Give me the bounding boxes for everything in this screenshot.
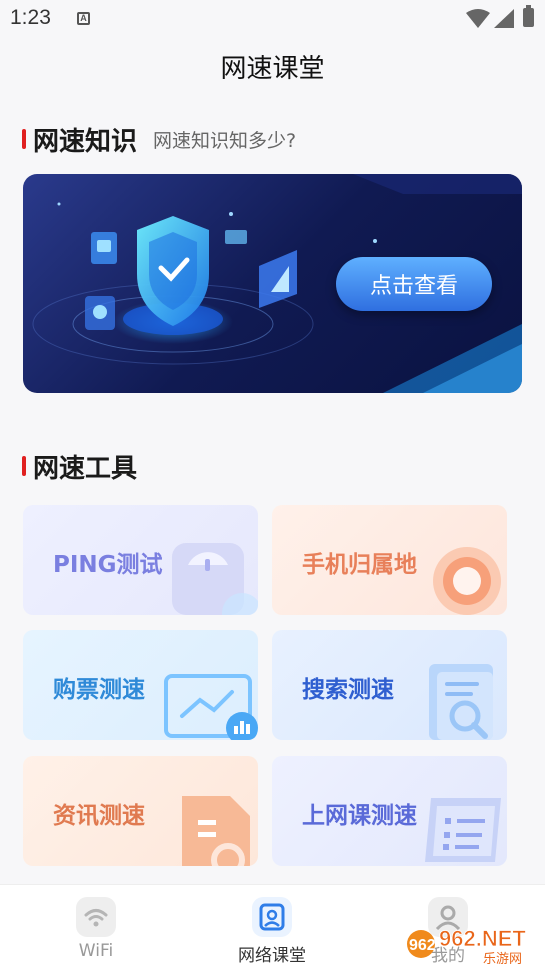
checklist-icon [425,798,501,862]
knowledge-banner[interactable]: 点击查看 [23,174,522,393]
tab-network-classroom-label: 网络课堂 [238,946,306,966]
search-speed-card[interactable]: 搜索测速 [272,630,507,740]
battery-icon [523,5,534,27]
notification-a-icon: A [77,12,90,25]
document-search-icon [429,664,493,740]
status-bar: 1:23 A [0,0,545,38]
watermark-sub: 乐游网 [483,952,522,966]
wifi-signal-icon [466,9,490,28]
tools-section-title: 网速工具 [33,453,138,484]
knowledge-section-subtitle: 网速知识知多少? [153,129,297,152]
status-time: 1:23 [10,6,51,29]
tab-network-classroom[interactable]: 网络课堂 [212,885,332,970]
knowledge-section-header: 网速知识 网速知识知多少? [22,122,297,157]
section-accent-bar [22,129,26,149]
wifi-icon [76,897,116,937]
online-class-speed-card[interactable]: 上网课测速 [272,756,507,866]
location-icon [433,547,501,615]
classroom-icon [252,897,292,937]
svg-text:962: 962 [409,937,436,954]
ping-test-card[interactable]: PING测试 [23,505,258,615]
ticket-icon [164,674,258,740]
page-title: 网速课堂 [220,54,325,84]
site-watermark-logo: 962 962.NET 乐游网 [407,926,527,966]
tab-wifi[interactable]: WiFi [36,885,156,970]
scale-icon [172,543,258,615]
ping-test-label: PING测试 [53,552,163,578]
section-accent-bar [22,456,26,476]
tab-wifi-label: WiFi [78,941,114,961]
phone-location-label: 手机归属地 [302,552,417,578]
ticket-speed-label: 购票测速 [53,677,145,703]
phone-location-card[interactable]: 手机归属地 [272,505,507,615]
ticket-speed-card[interactable]: 购票测速 [23,630,258,740]
view-details-button[interactable]: 点击查看 [336,257,492,311]
cellular-signal-icon [494,9,514,28]
watermark-text: 962.NET [439,926,526,951]
online-class-speed-label: 上网课测速 [302,803,417,829]
search-speed-label: 搜索测速 [302,677,394,703]
knowledge-section-title: 网速知识 [33,126,138,157]
news-document-icon [182,796,250,866]
news-speed-label: 资讯测速 [53,803,145,829]
tools-section-header: 网速工具 [22,449,138,484]
news-speed-card[interactable]: 资讯测速 [23,756,258,866]
